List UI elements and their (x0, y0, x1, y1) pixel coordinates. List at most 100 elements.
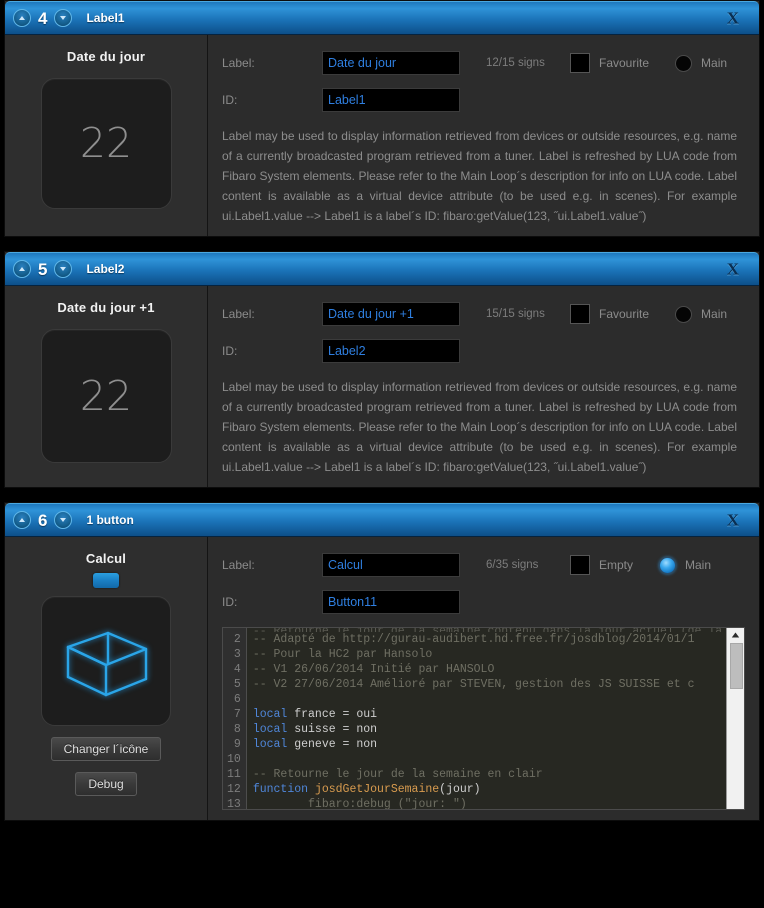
favourite-label: Favourite (599, 56, 650, 70)
line-number: 3 (233, 648, 241, 661)
device-preview: Date du jour +1 22 (5, 286, 208, 487)
favourite-checkbox[interactable] (570, 53, 590, 73)
preview-tile (41, 596, 171, 726)
panel-label1: 4 Label1 X Date du jour 22 Label: 12/15 … (4, 0, 760, 237)
label-input[interactable] (322, 302, 460, 326)
line-number: 9 (233, 738, 241, 751)
id-row: ID: (222, 590, 745, 614)
label-row: Label: 6/35 signs Empty Main (222, 553, 745, 577)
scrollbar-thumb[interactable] (730, 643, 743, 689)
preview-tile: 22 (40, 78, 172, 209)
main-label: Main (701, 307, 728, 321)
signs-counter: 15/15 signs (486, 308, 545, 320)
line-number: 10 (227, 753, 241, 766)
signs-counter: 12/15 signs (486, 57, 545, 69)
id-input[interactable] (322, 339, 460, 363)
label-caption: Label: (222, 307, 255, 321)
preview-value: 22 (79, 119, 133, 167)
line-number: 8 (233, 723, 241, 736)
main-radio[interactable] (675, 305, 693, 323)
empty-checkbox[interactable] (570, 555, 590, 575)
code-line: -- V2 27/06/2014 Amélioré par STEVEN, ge… (252, 678, 695, 691)
close-icon[interactable]: X (727, 512, 739, 529)
code-content[interactable]: -- Retourne le jour de la semaine conten… (247, 628, 726, 809)
move-down-icon[interactable] (54, 9, 73, 27)
preview-tile: 22 (40, 329, 172, 463)
code-line: -- Retourne le jour de la semaine en cla… (252, 768, 543, 781)
panel-number: 5 (38, 259, 48, 279)
id-input[interactable] (322, 88, 460, 112)
label-input[interactable] (322, 51, 460, 75)
panel-label2: 5 Label2 X Date du jour +1 22 Label: 15/… (4, 251, 760, 488)
description-text: Label may be used to display information… (222, 380, 737, 474)
favourite-label: Favourite (599, 307, 650, 321)
scroll-up-icon[interactable] (727, 628, 744, 642)
signs-counter: 6/35 signs (486, 559, 539, 571)
close-icon[interactable]: X (727, 10, 739, 27)
panel-header: 4 Label1 X (5, 1, 759, 35)
editor-scrollbar[interactable] (726, 628, 744, 809)
id-input[interactable] (322, 590, 460, 614)
id-caption: ID: (222, 344, 238, 358)
device-button-chip[interactable] (93, 573, 119, 588)
line-number: 2 (233, 633, 241, 646)
code-line: -- Adapté de http://gurau-audibert.hd.fr… (252, 633, 695, 646)
label-input[interactable] (322, 553, 460, 577)
lua-code-editor[interactable]: 2 3 4 5 6 7 8 9 10 11 12 13 -- Retourne le jour de … (222, 627, 745, 810)
id-caption: ID: (222, 595, 238, 609)
id-caption: ID: (222, 93, 238, 107)
move-up-icon[interactable] (13, 511, 31, 529)
empty-label: Empty (599, 558, 634, 572)
move-down-icon[interactable] (54, 511, 73, 529)
panel-body: Date du jour 22 Label: 12/15 signs Favou… (5, 35, 759, 236)
panel-divider (0, 237, 764, 251)
panel-form: Label: 12/15 signs Favourite Main ID: La… (208, 35, 759, 236)
panel-button: 6 1 button X Calcul Changer l´icône Debu… (4, 502, 760, 821)
preview-title: Date du jour +1 (57, 300, 155, 315)
panel-form: Label: 15/15 signs Favourite Main ID: La… (208, 286, 759, 487)
main-label: Main (685, 558, 712, 572)
code-line: local suisse = non (252, 723, 378, 736)
label-caption: Label: (222, 558, 255, 572)
change-icon-button[interactable]: Changer l´icône (50, 737, 162, 761)
code-line: local geneve = non (252, 738, 378, 751)
line-number: 7 (233, 708, 241, 721)
label-caption: Label: (222, 56, 255, 70)
panel-form: Label: 6/35 signs Empty Main ID: 2 3 4 5 6 7 8… (208, 537, 759, 820)
line-number: 11 (227, 768, 241, 781)
description-text: Label may be used to display information… (222, 129, 737, 223)
device-preview: Calcul Changer l´icône Debug (5, 537, 208, 820)
line-number: 4 (233, 663, 241, 676)
label-row: Label: 15/15 signs Favourite Main (222, 302, 745, 326)
panel-title: Label1 (86, 11, 125, 25)
code-line: local france = oui (252, 708, 378, 721)
panel-title: 1 button (86, 513, 134, 527)
code-line: fibaro:debug ("jour: ") (252, 798, 467, 809)
code-line: -- Pour la HC2 par Hansolo (252, 648, 433, 661)
panel-header: 6 1 button X (5, 503, 759, 537)
panel-header: 5 Label2 X (5, 252, 759, 286)
favourite-checkbox[interactable] (570, 304, 590, 324)
main-radio[interactable] (675, 54, 693, 72)
virtual-device-editor: 4 Label1 X Date du jour 22 Label: 12/15 … (0, 0, 764, 908)
panel-divider (0, 488, 764, 502)
move-down-icon[interactable] (54, 260, 73, 278)
move-up-icon[interactable] (13, 9, 31, 27)
device-preview: Date du jour 22 (5, 35, 208, 236)
panel-title: Label2 (86, 262, 125, 276)
debug-button[interactable]: Debug (75, 772, 137, 796)
move-up-icon[interactable] (13, 260, 31, 278)
id-row: ID: (222, 88, 745, 112)
preview-value: 22 (79, 371, 133, 420)
label-row: Label: 12/15 signs Favourite Main (222, 51, 745, 75)
preview-title: Calcul (85, 551, 127, 566)
wireframe-cube-icon (66, 631, 148, 697)
panel-body: Date du jour +1 22 Label: 15/15 signs Fa… (5, 286, 759, 487)
line-number: 12 (227, 783, 241, 796)
line-number: 13 (227, 798, 241, 810)
main-radio[interactable] (659, 556, 677, 574)
line-number: 6 (233, 693, 241, 706)
close-icon[interactable]: X (727, 261, 739, 278)
